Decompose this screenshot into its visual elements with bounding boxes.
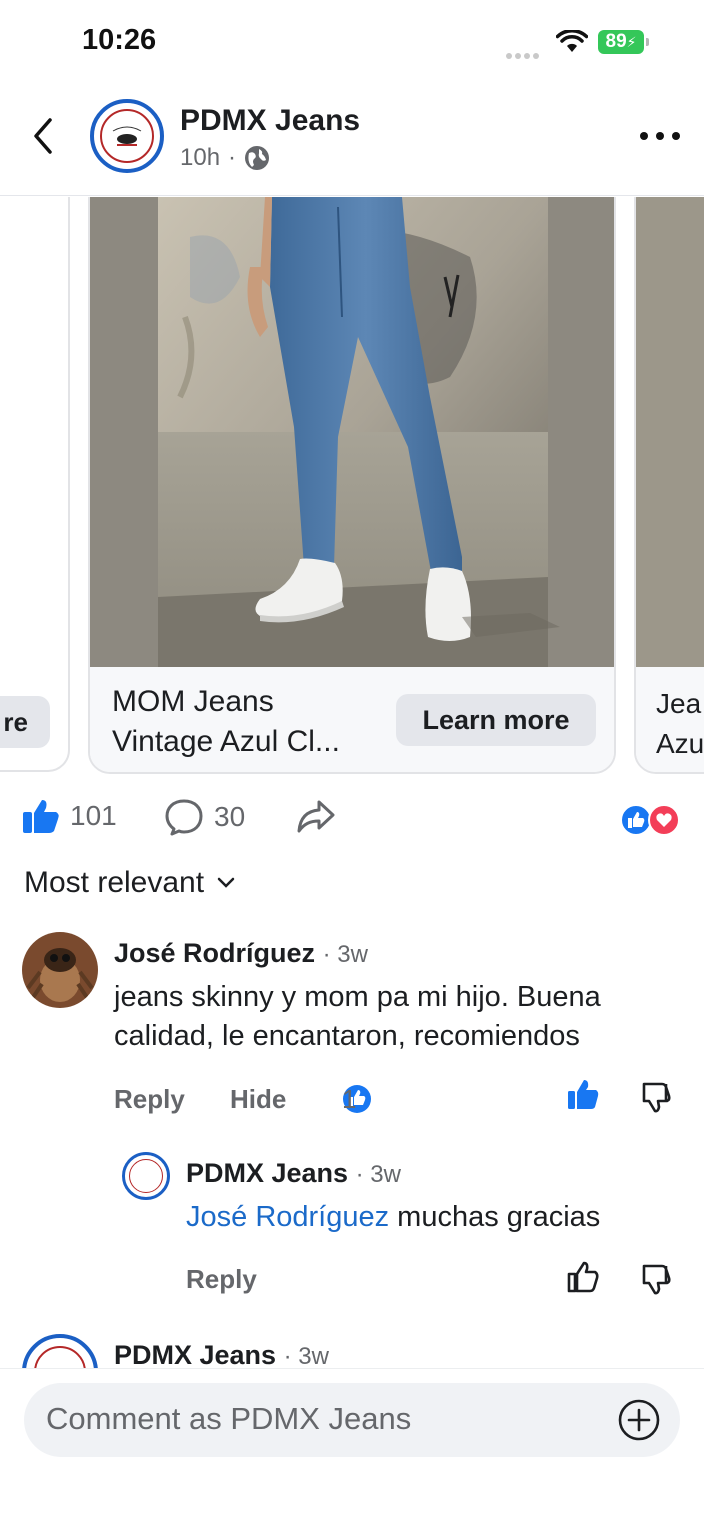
comment-author-name[interactable]: José Rodríguez bbox=[114, 938, 315, 968]
reply-author-name[interactable]: PDMX Jeans bbox=[186, 1158, 348, 1188]
carousel-card-previous[interactable]: re bbox=[0, 197, 70, 772]
like-button[interactable]: 101 bbox=[22, 798, 117, 834]
wifi-icon bbox=[556, 30, 588, 52]
thumbs-down-icon[interactable] bbox=[640, 1262, 674, 1296]
battery-level: 89 bbox=[605, 31, 627, 52]
like-count: 101 bbox=[70, 800, 117, 831]
product-title-line2: Vintage Azul Cl... bbox=[112, 725, 340, 758]
more-options-button[interactable] bbox=[640, 124, 680, 148]
spider-avatar-image bbox=[22, 932, 98, 1008]
share-arrow-icon bbox=[297, 800, 335, 833]
reactions-bar: 101 30 bbox=[0, 790, 704, 850]
carousel-card-next[interactable]: Jea Azu bbox=[634, 197, 704, 774]
back-button[interactable] bbox=[26, 114, 62, 158]
sort-label: Most relevant bbox=[24, 866, 205, 899]
next-product-title-line1: Jea bbox=[656, 688, 702, 719]
post-meta: 10h · bbox=[180, 144, 270, 172]
share-button[interactable] bbox=[296, 798, 336, 834]
carousel-card-main[interactable]: MOM Jeans Vintage Azul Cl... Learn more bbox=[88, 197, 616, 774]
comment-text-line1: jeans skinny y mom pa mi hijo. Buena bbox=[114, 981, 601, 1013]
reply-author[interactable]: PDMX Jeans · 3w bbox=[186, 1158, 401, 1189]
comment-author-name[interactable]: PDMX Jeans bbox=[114, 1340, 276, 1368]
reply-text-body: muchas gracias bbox=[389, 1201, 601, 1233]
comment-composer-bar: Comment as PDMX Jeans bbox=[0, 1368, 704, 1524]
product-photo[interactable] bbox=[90, 197, 614, 667]
reply-text: José Rodríguez muchas gracias bbox=[186, 1198, 696, 1237]
comment-item: José Rodríguez · 3w jeans skinny y mom p… bbox=[0, 930, 704, 1130]
jeans-photo-image bbox=[90, 197, 614, 667]
status-time: 10:26 bbox=[82, 24, 157, 56]
battery-indicator: 89⚡ bbox=[598, 30, 644, 54]
product-title-line1: MOM Jeans bbox=[112, 685, 274, 718]
page-logo-small bbox=[129, 1159, 163, 1193]
page-name[interactable]: PDMX Jeans bbox=[180, 104, 360, 138]
page-avatar-small[interactable] bbox=[122, 1152, 170, 1200]
reply-item: PDMX Jeans · 3w José Rodríguez muchas gr… bbox=[0, 1150, 704, 1310]
comment-sort-dropdown[interactable]: Most relevant bbox=[24, 866, 236, 900]
next-product-title-line2: Azu bbox=[656, 728, 704, 759]
reply-button[interactable]: Reply bbox=[186, 1264, 257, 1295]
comment-time: · 3w bbox=[283, 1343, 329, 1368]
comment-author[interactable]: PDMX Jeans · 3w bbox=[114, 1340, 329, 1368]
product-carousel[interactable]: re MOM Jeans Vintage Azul Cl... Learn mo… bbox=[0, 197, 704, 777]
post-time: 10h bbox=[180, 144, 221, 171]
thumbs-down-icon[interactable] bbox=[640, 1080, 674, 1114]
next-product-title: Jea Azu bbox=[656, 684, 704, 764]
meta-separator: · bbox=[228, 144, 237, 171]
comment-text: jeans skinny y mom pa mi hijo. Buena cal… bbox=[114, 978, 694, 1056]
reply-time: · 3w bbox=[355, 1161, 401, 1188]
comment-input-placeholder: Comment as PDMX Jeans bbox=[46, 1401, 412, 1436]
add-attachment-button[interactable] bbox=[618, 1399, 660, 1441]
chevron-down-icon bbox=[217, 877, 235, 888]
comment-like-number: 1 bbox=[342, 1083, 357, 1114]
previous-card-button[interactable]: re bbox=[0, 696, 50, 748]
card-footer[interactable]: MOM Jeans Vintage Azul Cl... Learn more bbox=[90, 667, 614, 772]
charging-bolt-icon: ⚡ bbox=[626, 34, 637, 50]
comment-bubble-icon bbox=[165, 799, 203, 836]
page-logo bbox=[34, 1346, 86, 1368]
reply-button[interactable]: Reply bbox=[114, 1084, 185, 1115]
learn-more-button[interactable]: Learn more bbox=[396, 694, 596, 746]
comment-item: PDMX Jeans · 3w bbox=[0, 1332, 704, 1368]
status-bar: 10:26 89⚡ bbox=[0, 0, 704, 84]
mention-link[interactable]: José Rodríguez bbox=[186, 1201, 389, 1233]
thumbs-up-icon[interactable] bbox=[566, 1260, 600, 1294]
commenter-avatar[interactable] bbox=[22, 932, 98, 1008]
comment-button[interactable]: 30 bbox=[164, 798, 245, 836]
logo-emblem-icon bbox=[112, 126, 142, 146]
page-avatar[interactable] bbox=[90, 99, 164, 173]
comment-count: 30 bbox=[214, 801, 246, 832]
cellular-signal-icon bbox=[506, 46, 546, 59]
battery-tip bbox=[646, 38, 649, 46]
page-logo bbox=[100, 109, 154, 163]
comment-text-line2: calidad, le encantaron, recomiendos bbox=[114, 1020, 580, 1052]
globe-icon bbox=[245, 146, 270, 170]
post-header: PDMX Jeans 10h · bbox=[0, 84, 704, 196]
hide-button[interactable]: Hide bbox=[230, 1084, 286, 1115]
product-title[interactable]: MOM Jeans Vintage Azul Cl... bbox=[112, 682, 402, 762]
page-avatar[interactable] bbox=[22, 1334, 98, 1368]
next-product-photo bbox=[636, 197, 704, 667]
reaction-summary[interactable] bbox=[620, 804, 684, 838]
love-reaction-icon bbox=[648, 804, 680, 836]
thumbs-up-filled-icon[interactable] bbox=[566, 1078, 600, 1112]
comment-author[interactable]: José Rodríguez · 3w bbox=[114, 938, 368, 969]
comment-input[interactable]: Comment as PDMX Jeans bbox=[24, 1383, 680, 1457]
comment-like-count[interactable]: 1 bbox=[342, 1084, 372, 1114]
like-thumb-icon bbox=[23, 800, 59, 833]
comment-time: · 3w bbox=[322, 941, 368, 968]
